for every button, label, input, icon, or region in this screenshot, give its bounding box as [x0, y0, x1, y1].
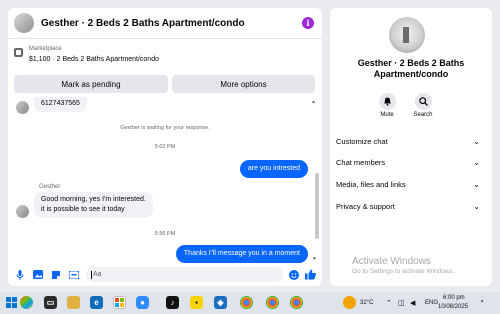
row-label: Chat members — [336, 157, 386, 167]
tiktok-icon[interactable]: ♪ — [166, 296, 179, 309]
message-list: ▲ ▼ 6127437565 Gesther is waiting for yo… — [8, 97, 322, 263]
sender-avatar[interactable] — [16, 205, 29, 218]
network-icon[interactable]: ◫ — [398, 299, 405, 307]
row-label: Privacy & support — [336, 201, 395, 211]
task-view-icon[interactable]: ▭ — [44, 296, 57, 309]
marketplace-icon — [14, 48, 23, 57]
message-text: it is possible to see it today — [41, 206, 125, 213]
clock-time[interactable]: 6:00 pm — [443, 295, 465, 301]
scroll-down-arrow-icon[interactable]: ▼ — [312, 256, 317, 262]
temperature[interactable]: 32°C — [360, 300, 373, 306]
mark-as-pending-button[interactable]: Mark as pending — [14, 75, 168, 93]
app-icon[interactable]: ● — [136, 296, 149, 309]
mute-button[interactable]: Mute — [367, 93, 407, 118]
volume-icon[interactable]: ◀ — [410, 299, 415, 307]
info-title-line: Gesther · 2 Beds 2 Baths — [357, 58, 465, 68]
media-files-links-row[interactable]: Media, files and links ⌄ — [336, 177, 480, 191]
profile-avatar[interactable] — [389, 17, 425, 53]
marketplace-label: Marketplace — [29, 46, 62, 52]
waiting-note: Gesther is waiting for your response. — [120, 125, 210, 131]
sticker-icon[interactable] — [50, 269, 61, 280]
info-title-line: Apartment/condo — [373, 69, 449, 79]
marketplace-banner: Marketplace $1,100 · 2 Beds 2 Baths Apar… — [8, 39, 322, 97]
tray-chevron-up-icon[interactable]: ⌃ — [386, 299, 392, 307]
weather-icon[interactable] — [5, 296, 18, 309]
listing-description: $1,100 · 2 Beds 2 Baths Apartment/condo — [29, 56, 159, 63]
activation-watermark-subtitle: Go to Settings to activate Windows. — [352, 268, 455, 275]
app-icon[interactable]: ◆ — [214, 296, 227, 309]
microsoft-store-icon[interactable] — [113, 296, 126, 309]
sticky-notes-icon[interactable]: ▪ — [190, 296, 203, 309]
notification-bell-icon[interactable]: ◔ — [479, 297, 484, 306]
listing-info[interactable]: Marketplace $1,100 · 2 Beds 2 Baths Apar… — [14, 45, 159, 65]
chevron-down-icon: ⌄ — [473, 201, 480, 211]
message-bubble-outgoing[interactable]: Thanks i"ll message you in a moment — [175, 245, 308, 263]
composer-bar: Aa — [8, 263, 322, 286]
chat-info-panel: Gesther · 2 Beds 2 Baths Apartment/condo… — [330, 8, 492, 286]
row-label: Media, files and links — [336, 179, 406, 189]
gif-icon[interactable] — [68, 269, 79, 280]
search-button[interactable]: Search — [403, 93, 443, 118]
scrollbar[interactable] — [315, 173, 319, 239]
message-bubble-outgoing[interactable]: are you intrested — [239, 160, 308, 178]
emoji-icon[interactable] — [288, 269, 299, 280]
clock-date[interactable]: 10/08/2025 — [438, 304, 468, 310]
microphone-icon[interactable] — [14, 269, 25, 280]
customize-chat-row[interactable]: Customize chat ⌄ — [336, 134, 480, 148]
message-text: 6127437565 — [41, 100, 80, 107]
message-bubble-incoming[interactable]: 6127437565 — [34, 97, 87, 112]
row-label: Customize chat — [336, 136, 388, 146]
privacy-support-row[interactable]: Privacy & support ⌄ — [336, 199, 480, 213]
bell-icon — [378, 93, 396, 110]
chrome-icon[interactable] — [266, 296, 279, 309]
timestamp: 5:02 PM — [154, 144, 176, 150]
scroll-up-arrow-icon[interactable]: ▲ — [311, 99, 316, 105]
text-cursor — [91, 270, 92, 279]
message-input-placeholder: Aa — [93, 271, 102, 278]
search-label: Search — [413, 112, 433, 118]
chrome-icon[interactable] — [290, 296, 303, 309]
edge-icon[interactable]: e — [90, 296, 103, 309]
avatar[interactable] — [14, 13, 34, 33]
activation-watermark-title: Activate Windows — [352, 256, 431, 267]
sender-name: Gesther — [39, 184, 61, 190]
file-explorer-icon[interactable] — [67, 296, 80, 309]
image-icon[interactable] — [32, 269, 43, 280]
mute-label: Mute — [380, 112, 394, 118]
search-icon — [414, 93, 432, 110]
timestamp: 5:56 PM — [154, 231, 176, 237]
chat-header: Gesther · 2 Beds 2 Baths Apartment/condo… — [8, 8, 322, 39]
message-text: Good morning, yes I'm interested. — [41, 196, 146, 203]
like-icon[interactable] — [305, 269, 316, 280]
info-icon[interactable]: i — [302, 17, 314, 29]
chrome-icon[interactable] — [240, 296, 253, 309]
taskbar: ▭ e ● ♪ ▪ ◆ 32°C ⌃ ◫ ◀ ENG 6:00 pm 10/08… — [0, 292, 500, 314]
language-indicator[interactable]: ENG — [425, 300, 438, 306]
message-bubble-incoming[interactable]: Good morning, yes I'm interested. it is … — [34, 192, 153, 218]
chevron-down-icon: ⌄ — [473, 136, 480, 146]
weather-sun-icon[interactable] — [343, 296, 356, 309]
sender-avatar[interactable] — [16, 101, 29, 114]
message-input[interactable]: Aa — [86, 267, 283, 282]
chat-panel: Gesther · 2 Beds 2 Baths Apartment/condo… — [8, 8, 322, 286]
chevron-down-icon: ⌄ — [473, 179, 480, 189]
more-options-button[interactable]: More options — [172, 75, 315, 93]
info-title: Gesther · 2 Beds 2 Baths Apartment/condo — [330, 58, 492, 80]
chat-members-row[interactable]: Chat members ⌄ — [336, 155, 480, 169]
chat-title[interactable]: Gesther · 2 Beds 2 Baths Apartment/condo — [41, 18, 302, 29]
chevron-down-icon: ⌄ — [473, 157, 480, 167]
copilot-icon[interactable] — [20, 296, 33, 309]
